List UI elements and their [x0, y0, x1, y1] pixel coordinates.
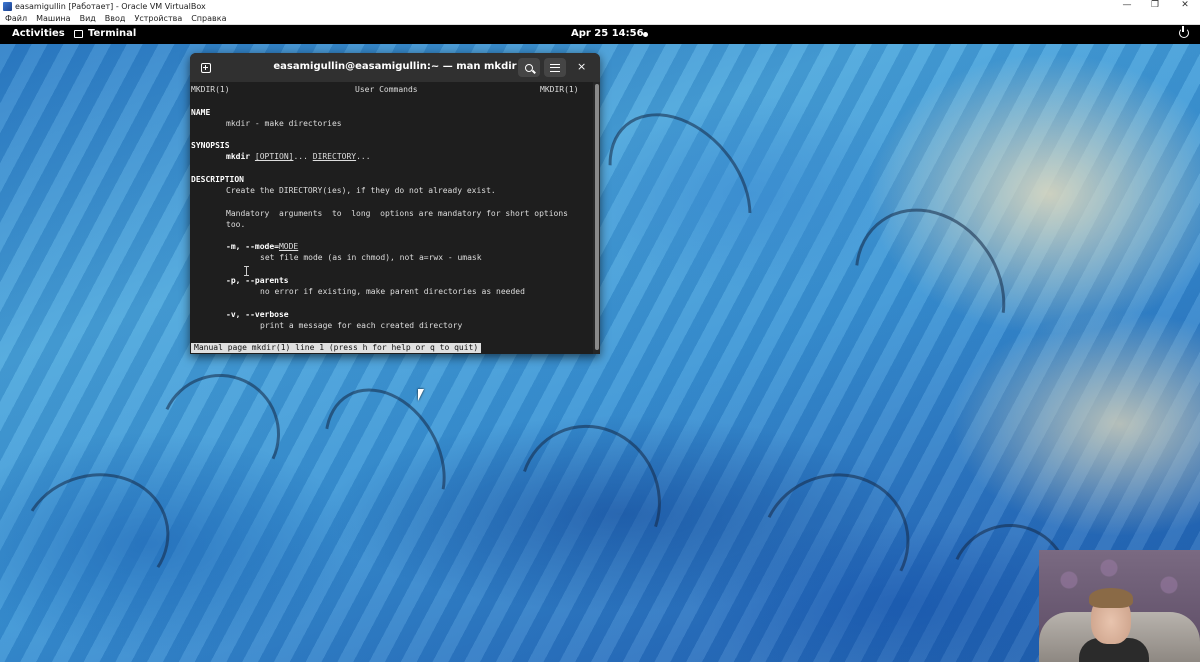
- option-mode: -m, --mode=MODE: [226, 242, 298, 252]
- mouse-pointer-icon: [418, 389, 424, 401]
- synopsis-heading: SYNOPSIS: [191, 141, 230, 150]
- app-menu[interactable]: Terminal: [74, 28, 136, 39]
- terminal-icon: [74, 29, 83, 38]
- webcam-person-hair: [1089, 588, 1133, 608]
- synopsis-option: [OPTION]: [254, 152, 294, 161]
- menu-view[interactable]: Вид: [80, 14, 96, 23]
- minimize-button[interactable]: —: [1112, 0, 1142, 10]
- search-button[interactable]: [518, 58, 540, 77]
- option-parents-flags: -p, --parents: [226, 276, 289, 285]
- guest-screen: Activities Terminal Apr 25 14:56 easamig…: [0, 25, 1200, 662]
- desktop-wallpaper: [0, 44, 1200, 662]
- maximize-button[interactable]: ❐: [1140, 0, 1170, 10]
- activities-button[interactable]: Activities: [12, 28, 65, 39]
- scrollbar-thumb[interactable]: [595, 84, 599, 350]
- description-line-3: too.: [226, 220, 246, 229]
- name-heading: NAME: [191, 108, 211, 117]
- notification-dot-icon: [643, 32, 648, 37]
- synopsis-dots-1: ...: [293, 152, 308, 161]
- close-window-button[interactable]: ✕: [1170, 0, 1200, 10]
- text-cursor-icon: [244, 266, 249, 276]
- man-header-left: MKDIR(1): [191, 85, 230, 94]
- option-verbose-flags: -v, --verbose: [226, 310, 289, 319]
- man-header-center: User Commands: [355, 85, 418, 94]
- menu-button[interactable]: [544, 58, 566, 77]
- option-parents-desc: no error if existing, make parent direct…: [260, 287, 525, 296]
- synopsis-line: mkdir [OPTION]... DIRECTORY...: [226, 152, 371, 162]
- menu-file[interactable]: Файл: [5, 14, 27, 23]
- synopsis-directory: DIRECTORY: [312, 152, 357, 161]
- terminal-window[interactable]: easamigullin@easamigullin:~ — man mkdir …: [190, 53, 600, 354]
- search-icon: [525, 63, 533, 72]
- terminal-scrollbar[interactable]: [593, 82, 600, 354]
- option-verbose-desc: print a message for each created directo…: [260, 321, 463, 330]
- menu-machine[interactable]: Машина: [36, 14, 70, 23]
- synopsis-command: mkdir: [226, 152, 251, 161]
- option-mode-flags: -m, --mode=: [226, 242, 279, 251]
- description-line-1: Create the DIRECTORY(ies), if they do no…: [226, 186, 496, 195]
- terminal-close-button[interactable]: ×: [577, 61, 586, 72]
- name-text: mkdir - make directories: [226, 119, 342, 128]
- host-window-title: easamigullin [Работает] - Oracle VM Virt…: [15, 1, 206, 11]
- terminal-output[interactable]: MKDIR(1) User Commands MKDIR(1) NAME mkd…: [190, 82, 593, 354]
- synopsis-dots-2: ...: [356, 152, 371, 161]
- option-mode-arg: MODE: [278, 242, 299, 251]
- app-menu-label: Terminal: [88, 28, 137, 39]
- terminal-headerbar[interactable]: easamigullin@easamigullin:~ — man mkdir …: [190, 53, 600, 82]
- menu-input[interactable]: Ввод: [105, 14, 126, 23]
- menu-help[interactable]: Справка: [191, 14, 226, 23]
- host-titlebar: easamigullin [Работает] - Oracle VM Virt…: [0, 0, 1200, 12]
- description-line-2: Mandatory arguments to long options are …: [226, 209, 568, 218]
- virtualbox-icon: [3, 1, 12, 11]
- power-icon[interactable]: [1179, 26, 1189, 38]
- host-menubar: Файл Машина Вид Ввод Устройства Справка: [0, 12, 1200, 25]
- menu-devices[interactable]: Устройства: [134, 14, 182, 23]
- option-mode-desc: set file mode (as in chmod), not a=rwx -…: [260, 253, 482, 262]
- clock[interactable]: Apr 25 14:56: [571, 28, 644, 39]
- hamburger-menu-icon: [550, 63, 560, 72]
- man-header-right: MKDIR(1): [540, 85, 579, 94]
- description-heading: DESCRIPTION: [191, 175, 244, 184]
- pager-status-line: Manual page mkdir(1) line 1 (press h for…: [191, 343, 482, 353]
- gnome-top-bar: Activities Terminal Apr 25 14:56: [0, 25, 1200, 44]
- webcam-overlay: [1039, 550, 1200, 662]
